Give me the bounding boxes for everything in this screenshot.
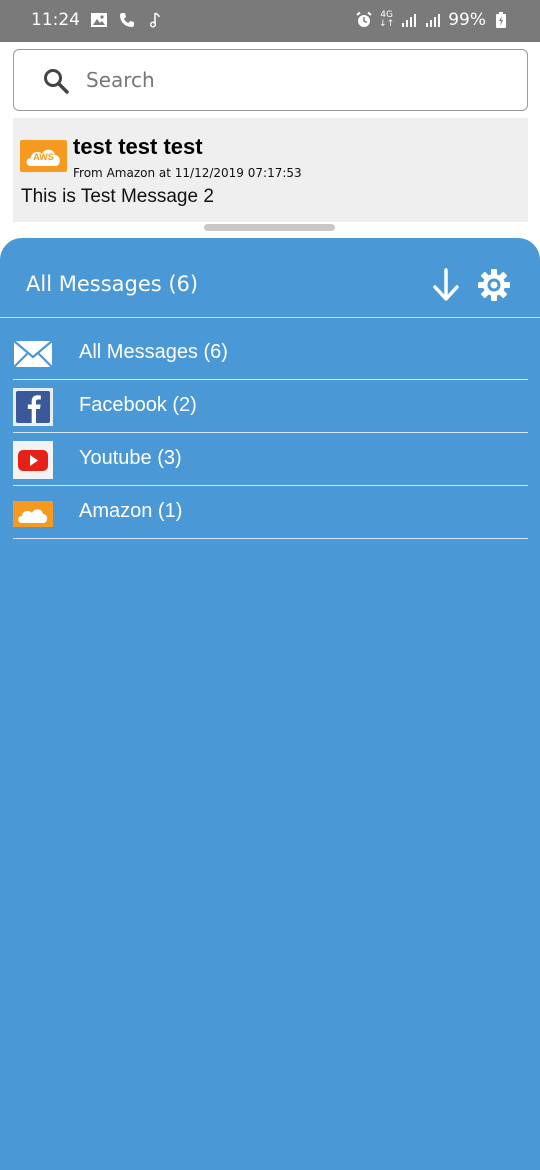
message-timestamp: 11/12/2019 07:17:53 <box>174 166 302 180</box>
status-bar-left: 11:24 <box>31 10 164 30</box>
signal-icon-2 <box>426 14 441 27</box>
filter-drawer: All Messages (6) All Messages (6) Facebo… <box>0 238 540 1170</box>
gear-icon[interactable] <box>477 268 511 302</box>
drawer-title: All Messages (6) <box>26 272 199 296</box>
aws-icon <box>13 501 53 527</box>
list-item-label: Youtube (3) <box>79 447 182 469</box>
list-item-label: All Messages (6) <box>79 341 228 363</box>
source-list: All Messages (6) Facebook (2) Youtube (3… <box>13 327 528 539</box>
phone-icon <box>120 13 134 27</box>
network-type: 4G ↓↑ <box>379 10 395 29</box>
search-box[interactable] <box>13 49 528 111</box>
message-meta: From Amazon at 11/12/2019 07:17:53 <box>73 166 302 180</box>
message-title: test test test <box>73 134 203 159</box>
at-word: at <box>158 166 171 180</box>
status-bar-right: 4G ↓↑ 99% <box>355 10 510 30</box>
facebook-icon <box>13 388 53 426</box>
from-prefix: From <box>73 166 103 180</box>
search-icon <box>44 69 69 94</box>
list-item-youtube[interactable]: Youtube (3) <box>13 433 528 486</box>
envelope-icon <box>13 340 53 368</box>
signal-icon <box>402 14 417 27</box>
battery-percent: 99% <box>448 10 486 30</box>
aws-icon: AWS <box>20 140 67 172</box>
message-card[interactable]: AWS test test test From Amazon at 11/12/… <box>13 118 528 222</box>
gallery-icon <box>91 13 107 27</box>
clock: 11:24 <box>31 10 80 30</box>
youtube-icon <box>13 441 53 479</box>
aws-logo-text: AWS <box>33 152 54 162</box>
message-sender: Amazon <box>106 166 156 180</box>
list-item-label: Facebook (2) <box>79 394 197 416</box>
drawer-header: All Messages (6) <box>0 238 540 318</box>
status-bar: 11:24 4G ↓↑ 99% <box>0 0 540 42</box>
music-note-icon <box>149 12 160 28</box>
drawer-drag-handle[interactable] <box>204 224 335 231</box>
search-input[interactable] <box>86 62 506 98</box>
list-item-facebook[interactable]: Facebook (2) <box>13 380 528 433</box>
message-body: This is Test Message 2 <box>21 186 214 207</box>
battery-charging-icon <box>496 12 506 28</box>
alarm-icon <box>356 11 372 27</box>
list-item-all-messages[interactable]: All Messages (6) <box>13 327 528 380</box>
download-arrow-icon[interactable] <box>430 268 462 302</box>
list-item-amazon[interactable]: Amazon (1) <box>13 486 528 539</box>
list-item-label: Amazon (1) <box>79 500 183 522</box>
